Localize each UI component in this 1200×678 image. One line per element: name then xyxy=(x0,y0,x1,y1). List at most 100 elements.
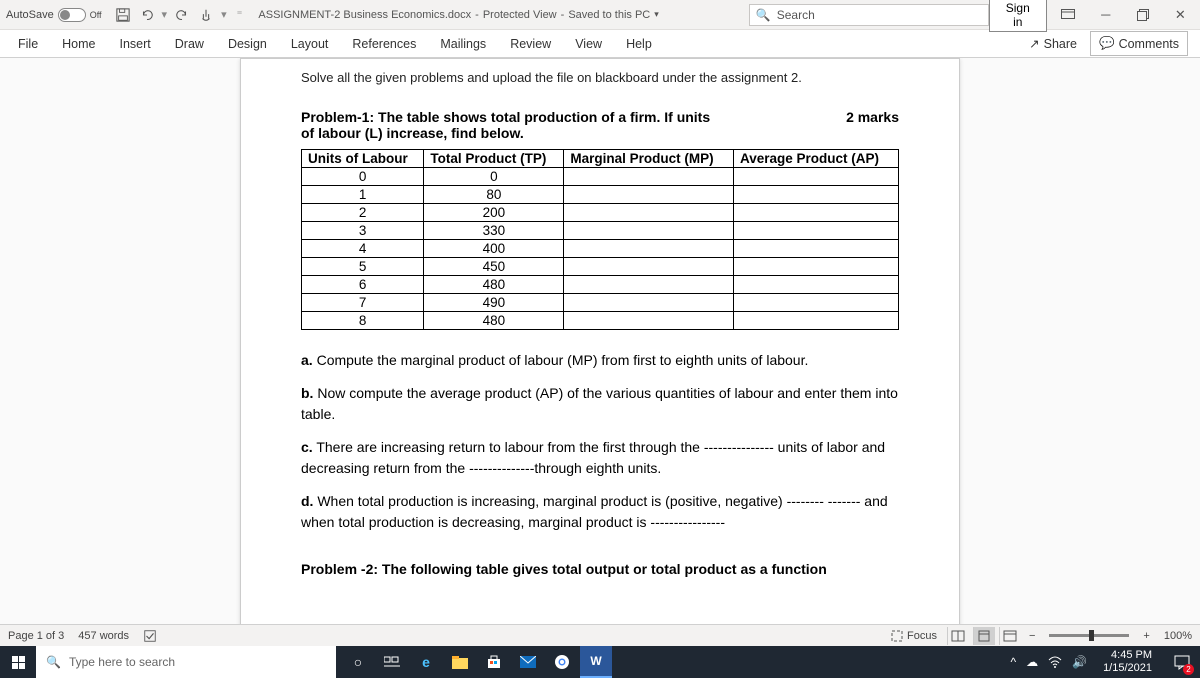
question-c: c. There are increasing return to labour… xyxy=(301,437,899,479)
th-tp: Total Product (TP) xyxy=(424,150,564,168)
notification-badge: 2 xyxy=(1183,664,1194,675)
word-icon[interactable]: W xyxy=(580,646,612,678)
table-row: 6480 xyxy=(302,276,899,294)
taskbar-search-placeholder: Type here to search xyxy=(69,655,175,669)
wifi-icon[interactable] xyxy=(1048,656,1062,668)
tab-file[interactable]: File xyxy=(6,30,50,57)
status-bar: Page 1 of 3 457 words Focus − + 100% xyxy=(0,624,1200,646)
notifications-icon[interactable]: 2 xyxy=(1168,646,1196,678)
question-a: a. Compute the marginal product of labou… xyxy=(301,350,899,371)
tab-home[interactable]: Home xyxy=(50,30,107,57)
sign-in-button[interactable]: Sign in xyxy=(989,0,1047,32)
ribbon-tabs: File Home Insert Draw Design Layout Refe… xyxy=(0,30,1200,58)
comments-button[interactable]: 💬 Comments xyxy=(1090,31,1188,56)
taskbar-apps: ○ e W xyxy=(342,646,612,678)
document-page: Solve all the given problems and upload … xyxy=(240,58,960,624)
zoom-level[interactable]: 100% xyxy=(1158,630,1192,642)
title-bar: AutoSave Off ▾ ▾ ⁼ ASSIGNMENT-2 Business… xyxy=(0,0,1200,30)
focus-button[interactable]: Focus xyxy=(891,630,943,642)
mail-icon[interactable] xyxy=(512,646,544,678)
tab-mailings[interactable]: Mailings xyxy=(428,30,498,57)
minimize-icon[interactable]: ─ xyxy=(1090,0,1121,30)
onedrive-icon[interactable]: ☁ xyxy=(1026,655,1038,669)
system-tray: ^ ☁ 🔊 4:45 PM 1/15/2021 2 xyxy=(1010,646,1200,678)
qat-customize-icon[interactable]: ⁼ xyxy=(231,8,245,21)
search-icon: 🔍 xyxy=(756,8,771,22)
zoom-in-button[interactable]: + xyxy=(1139,630,1153,642)
document-title: ASSIGNMENT-2 Business Economics.docx - P… xyxy=(248,9,668,21)
tab-view[interactable]: View xyxy=(563,30,614,57)
intro-fragment: Solve all the given problems and upload … xyxy=(301,69,899,87)
title-dropdown-icon[interactable]: ▾ xyxy=(654,9,659,20)
question-list: a. Compute the marginal product of labou… xyxy=(301,350,899,533)
quick-access-toolbar: ▾ ▾ ⁼ xyxy=(108,4,249,26)
tab-references[interactable]: References xyxy=(340,30,428,57)
focus-icon xyxy=(891,630,903,642)
protected-view-label: Protected View xyxy=(483,9,557,21)
redo-icon[interactable] xyxy=(171,4,193,26)
autosave-toggle[interactable]: AutoSave Off xyxy=(0,8,108,22)
th-ap: Average Product (AP) xyxy=(733,150,898,168)
undo-icon[interactable] xyxy=(136,4,158,26)
chrome-icon[interactable] xyxy=(546,646,578,678)
autosave-label: AutoSave xyxy=(6,9,54,21)
dropdown-caret-icon[interactable]: ▾ xyxy=(219,8,229,21)
document-area[interactable]: Solve all the given problems and upload … xyxy=(0,58,1200,624)
title-right: Sign in ─ ✕ xyxy=(989,0,1200,32)
search-icon: 🔍 xyxy=(46,655,61,669)
clock[interactable]: 4:45 PM 1/15/2021 xyxy=(1097,649,1158,675)
table-row: 00 xyxy=(302,168,899,186)
proofing-icon[interactable] xyxy=(143,629,157,643)
touch-mode-icon[interactable] xyxy=(195,4,217,26)
search-placeholder: Search xyxy=(777,8,815,22)
zoom-slider[interactable] xyxy=(1049,634,1129,637)
problem1-heading: Problem-1: The table shows total product… xyxy=(301,109,899,141)
tab-help[interactable]: Help xyxy=(614,30,664,57)
table-row: 8480 xyxy=(302,312,899,330)
taskbar-search[interactable]: 🔍 Type here to search xyxy=(36,646,336,678)
file-explorer-icon[interactable] xyxy=(444,646,476,678)
windows-taskbar: 🔍 Type here to search ○ e W ^ ☁ 🔊 4:45 P… xyxy=(0,646,1200,678)
table-row: 5450 xyxy=(302,258,899,276)
problem2-heading: Problem -2: The following table gives to… xyxy=(301,561,899,577)
save-icon[interactable] xyxy=(112,4,134,26)
ribbon-display-icon[interactable] xyxy=(1053,0,1084,30)
table-row: 180 xyxy=(302,186,899,204)
windows-logo-icon xyxy=(12,656,25,669)
doc-name: ASSIGNMENT-2 Business Economics.docx xyxy=(258,9,471,21)
share-button[interactable]: ↗ Share xyxy=(1020,31,1086,56)
read-mode-icon[interactable] xyxy=(947,627,969,645)
cortana-icon[interactable]: ○ xyxy=(342,646,374,678)
web-layout-icon[interactable] xyxy=(999,627,1021,645)
edge-icon[interactable]: e xyxy=(410,646,442,678)
comments-icon: 💬 xyxy=(1099,36,1115,51)
page-indicator[interactable]: Page 1 of 3 xyxy=(8,630,64,642)
tab-insert[interactable]: Insert xyxy=(108,30,163,57)
th-mp: Marginal Product (MP) xyxy=(564,150,734,168)
tab-layout[interactable]: Layout xyxy=(279,30,341,57)
toggle-switch[interactable] xyxy=(58,8,86,22)
word-count[interactable]: 457 words xyxy=(78,630,129,642)
store-icon[interactable] xyxy=(478,646,510,678)
dropdown-caret-icon[interactable]: ▾ xyxy=(160,8,170,21)
saved-label: Saved to this PC xyxy=(568,9,650,21)
th-labour: Units of Labour xyxy=(302,150,424,168)
print-layout-icon[interactable] xyxy=(973,627,995,645)
start-button[interactable] xyxy=(0,646,36,678)
tab-design[interactable]: Design xyxy=(216,30,279,57)
zoom-out-button[interactable]: − xyxy=(1025,630,1039,642)
table-row: 7490 xyxy=(302,294,899,312)
restore-icon[interactable] xyxy=(1127,0,1158,30)
question-b: b. Now compute the average product (AP) … xyxy=(301,383,899,425)
tray-expand-icon[interactable]: ^ xyxy=(1010,655,1016,669)
share-icon: ↗ xyxy=(1029,36,1039,51)
volume-icon[interactable]: 🔊 xyxy=(1072,655,1087,669)
close-icon[interactable]: ✕ xyxy=(1165,0,1196,30)
search-box[interactable]: 🔍 Search xyxy=(669,4,989,26)
autosave-state: Off xyxy=(90,10,102,20)
task-view-icon[interactable] xyxy=(376,646,408,678)
table-row: 3330 xyxy=(302,222,899,240)
tab-review[interactable]: Review xyxy=(498,30,563,57)
tab-draw[interactable]: Draw xyxy=(163,30,216,57)
table-row: 2200 xyxy=(302,204,899,222)
